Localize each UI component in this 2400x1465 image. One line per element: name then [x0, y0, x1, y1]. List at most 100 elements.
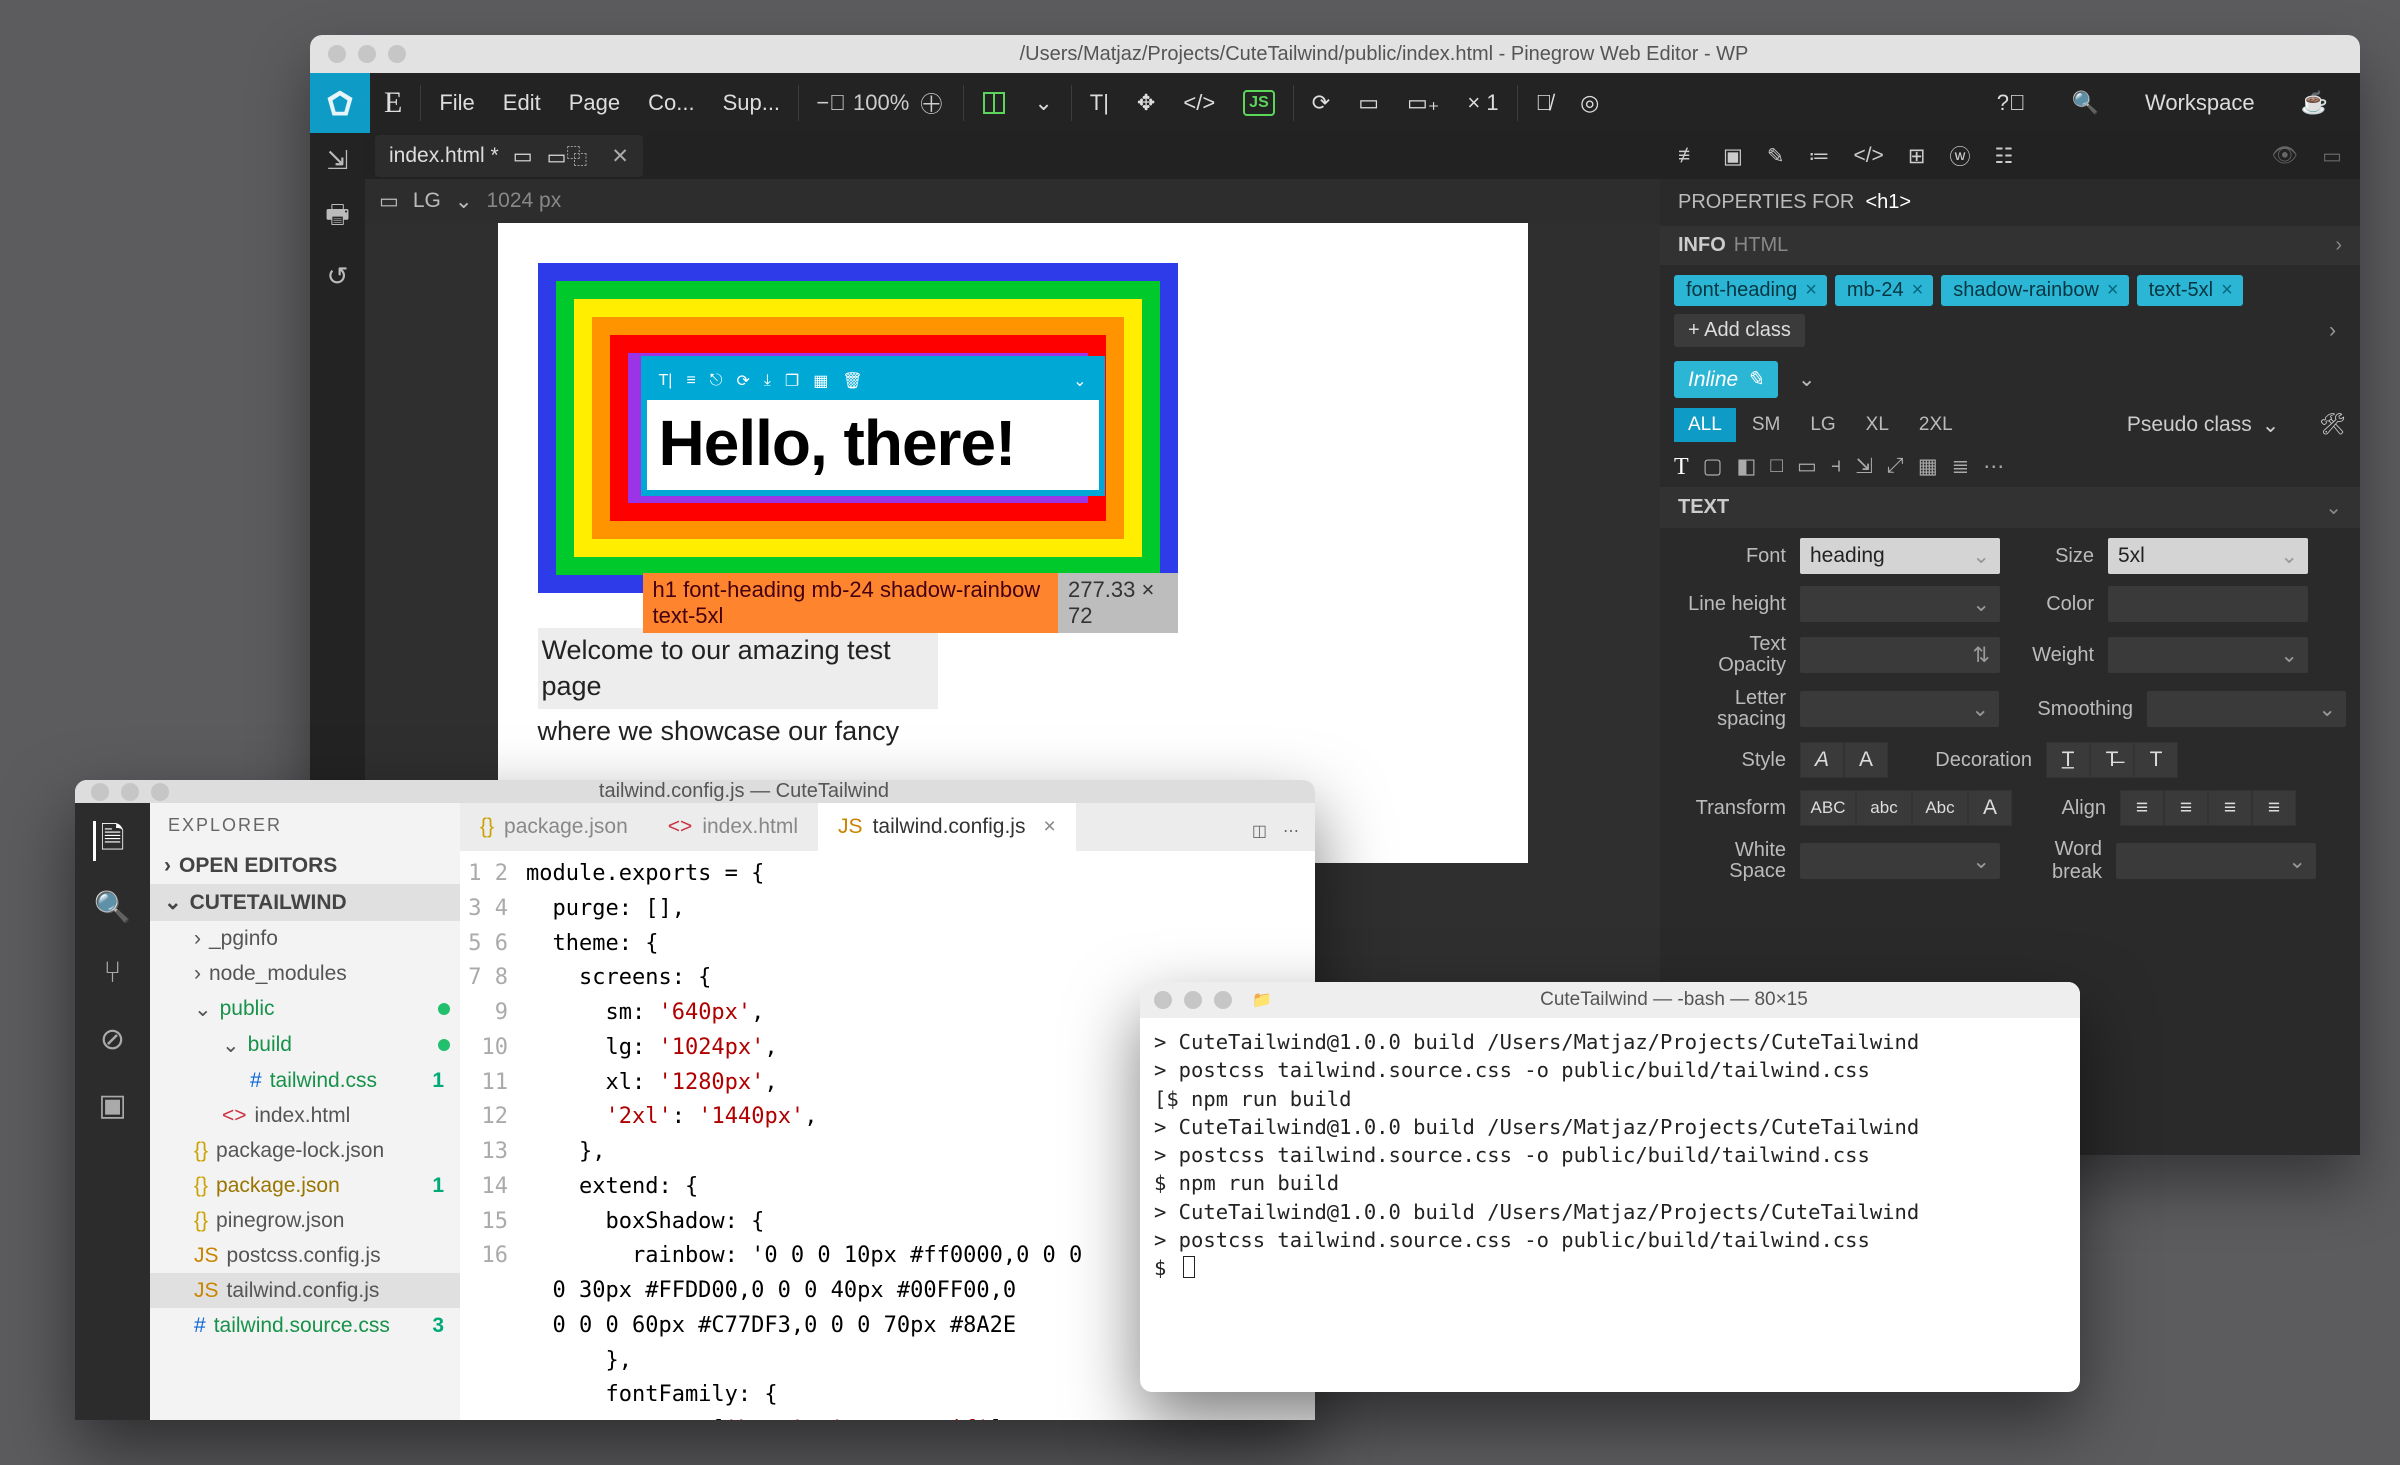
whitespace-select[interactable]: ⌄: [1800, 843, 2000, 879]
align-right-icon[interactable]: ≡: [2208, 790, 2252, 826]
help-icon[interactable]: ?⃞: [1983, 73, 2040, 133]
paragraph-line-1[interactable]: Welcome to our amazing test page: [538, 628, 938, 709]
opacity-stepper[interactable]: ⇅: [1800, 637, 2000, 673]
refresh-icon[interactable]: ⟳: [1298, 73, 1344, 133]
font-select[interactable]: heading⌄: [1800, 538, 2000, 574]
terminal-titlebar[interactable]: 📁 CuteTailwind — -bash — 80×15: [1140, 982, 2080, 1018]
doc-tab-index[interactable]: index.html * ▭ ▭⿻ ✕: [375, 135, 643, 177]
panel-icon[interactable]: ▭: [2322, 144, 2342, 169]
vscode-titlebar[interactable]: tailwind.config.js — CuteTailwind: [75, 780, 1315, 803]
undo-icon[interactable]: ↺: [321, 259, 355, 293]
chevron-down-icon[interactable]: ⌄: [1798, 367, 1816, 392]
box-icon[interactable]: ▣: [1723, 144, 1743, 169]
sliders-icon[interactable]: ≢: [1678, 144, 1699, 168]
bp-2xl[interactable]: 2XL: [1905, 408, 1967, 442]
titlebar[interactable]: /Users/Matjaz/Projects/CuteTailwind/publ…: [310, 35, 2360, 73]
menu-components[interactable]: Co...: [634, 73, 708, 133]
search-icon[interactable]: 🔍: [93, 887, 133, 927]
pinegrow-logo[interactable]: [310, 73, 370, 133]
window-add-icon[interactable]: ▭₊: [1393, 73, 1453, 133]
page-canvas[interactable]: T| ≡ ⎋ ⟳ ⤓ ❐ ▦ 🗑 ⌄ Hello, there!: [498, 223, 1528, 863]
breakpoint-label[interactable]: LG: [413, 189, 441, 213]
eye-icon[interactable]: 👁: [2271, 144, 2298, 168]
letterspacing-select[interactable]: ⌄: [1800, 691, 1999, 727]
more-icon[interactable]: ⋯: [1283, 821, 1299, 841]
wordbreak-select[interactable]: ⌄: [2116, 843, 2316, 879]
menu-edit[interactable]: Edit: [489, 73, 555, 133]
zoom-control[interactable]: −⃝ 100% ＋⃝: [803, 73, 959, 133]
instances-count[interactable]: × 1: [1453, 73, 1512, 133]
chevron-down-icon[interactable]: ⌄: [2262, 413, 2280, 438]
zoom-in-icon[interactable]: ＋⃝: [917, 89, 945, 117]
info-header[interactable]: INFO HTML ›: [1660, 226, 2360, 265]
tree-item[interactable]: ⌄public: [150, 991, 460, 1027]
close-dot[interactable]: [328, 45, 346, 63]
h1-element[interactable]: Hello, there!: [647, 400, 1099, 490]
align-buttons[interactable]: ≡ ≡ ≡ ≡: [2120, 790, 2296, 826]
editor-tab[interactable]: JStailwind.config.js×: [818, 803, 1076, 851]
class-chip[interactable]: text-5xl×: [2137, 275, 2243, 306]
tree-item[interactable]: {}pinegrow.json: [150, 1203, 460, 1238]
search-icon[interactable]: 🔍: [2058, 73, 2113, 133]
class-chip[interactable]: font-heading×: [1674, 275, 1827, 306]
zoom-dot[interactable]: [388, 45, 406, 63]
tree-item[interactable]: ⌄build: [150, 1027, 460, 1063]
duplicate-icon[interactable]: ▭⿻: [547, 141, 588, 171]
visibility-icon[interactable]: 👁̸: [1522, 73, 1567, 133]
chevron-right-icon[interactable]: ›: [2329, 319, 2346, 343]
paragraph-line-2[interactable]: where we showcase our fancy: [538, 713, 938, 749]
tree-item[interactable]: {}package-lock.json: [150, 1133, 460, 1168]
lineheight-select[interactable]: ⌄: [1800, 586, 2000, 622]
transform-buttons[interactable]: ABC abc Abc A: [1800, 790, 2012, 826]
bp-xl[interactable]: XL: [1852, 408, 1903, 442]
tree-item[interactable]: #tailwind.source.css3: [150, 1308, 460, 1343]
underline-icon[interactable]: T̲: [2046, 742, 2090, 778]
tree-icon[interactable]: ☷: [1994, 144, 2013, 169]
text-edit-icon[interactable]: T|: [659, 372, 673, 390]
print-icon[interactable]: 🖶: [321, 201, 355, 235]
minimize-dot[interactable]: [358, 45, 376, 63]
class-chip[interactable]: shadow-rainbow×: [1941, 275, 2128, 306]
remove-chip-icon[interactable]: ×: [1912, 279, 1924, 302]
code-icon[interactable]: </>: [1169, 73, 1229, 133]
move-tool-icon[interactable]: ✥: [1123, 73, 1169, 133]
align-center-icon[interactable]: ≡: [2164, 790, 2208, 826]
terminal-output[interactable]: > CuteTailwind@1.0.0 build /Users/Matjaz…: [1140, 1018, 2080, 1392]
chevron-down-icon[interactable]: ⌄: [455, 189, 473, 214]
align-justify-icon[interactable]: ≡: [2252, 790, 2296, 826]
grid-icon[interactable]: ▦: [813, 371, 828, 391]
text-tool-icon[interactable]: T|: [1076, 73, 1123, 133]
class-chip[interactable]: mb-24×: [1835, 275, 1933, 306]
tree-item[interactable]: ›node_modules: [150, 956, 460, 991]
chevron-right-icon[interactable]: ›: [2335, 234, 2342, 257]
close-icon[interactable]: ✕: [611, 144, 629, 169]
delete-icon[interactable]: 🗑: [842, 371, 862, 391]
editor-tab[interactable]: {}package.json: [460, 803, 648, 851]
typography-icon[interactable]: T: [1674, 454, 1689, 481]
add-class-button[interactable]: + Add class: [1674, 314, 1805, 347]
refresh-icon[interactable]: ⟳: [736, 371, 749, 391]
code-icon[interactable]: </>: [1853, 144, 1883, 168]
tools-icon[interactable]: 🛠: [2319, 413, 2346, 437]
strike-icon[interactable]: T̶: [2090, 742, 2134, 778]
chevron-down-icon[interactable]: ⌄: [1073, 371, 1086, 391]
remove-chip-icon[interactable]: ×: [2221, 279, 2233, 302]
device-icon[interactable]: ▭: [379, 189, 399, 214]
color-select[interactable]: [2108, 586, 2308, 622]
device-icon[interactable]: ▭: [1344, 73, 1393, 133]
decoration-buttons[interactable]: T̲ T̶ T: [2046, 742, 2178, 778]
bp-all[interactable]: ALL: [1674, 408, 1736, 442]
box2-icon[interactable]: ▭: [1797, 454, 1817, 481]
size-icon[interactable]: ⤢: [1887, 454, 1904, 481]
settings-icon[interactable]: ≡: [686, 372, 695, 390]
more-icon[interactable]: ⋯: [1983, 454, 2004, 481]
selected-element[interactable]: T| ≡ ⎋ ⟳ ⤓ ❐ ▦ 🗑 ⌄ Hello, there!: [643, 358, 1103, 494]
extensions-icon[interactable]: ▣: [93, 1085, 133, 1125]
tree-item[interactable]: ›_pginfo: [150, 921, 460, 956]
list-icon[interactable]: ≣: [1952, 454, 1970, 481]
chevron-down-icon[interactable]: ⌄: [2325, 495, 2342, 520]
text-section-header[interactable]: TEXT ⌄: [1660, 487, 2360, 528]
pos-icon[interactable]: ⇲: [1855, 454, 1873, 481]
box-icon[interactable]: □: [1770, 454, 1783, 481]
js-toggle[interactable]: JS: [1229, 73, 1289, 133]
